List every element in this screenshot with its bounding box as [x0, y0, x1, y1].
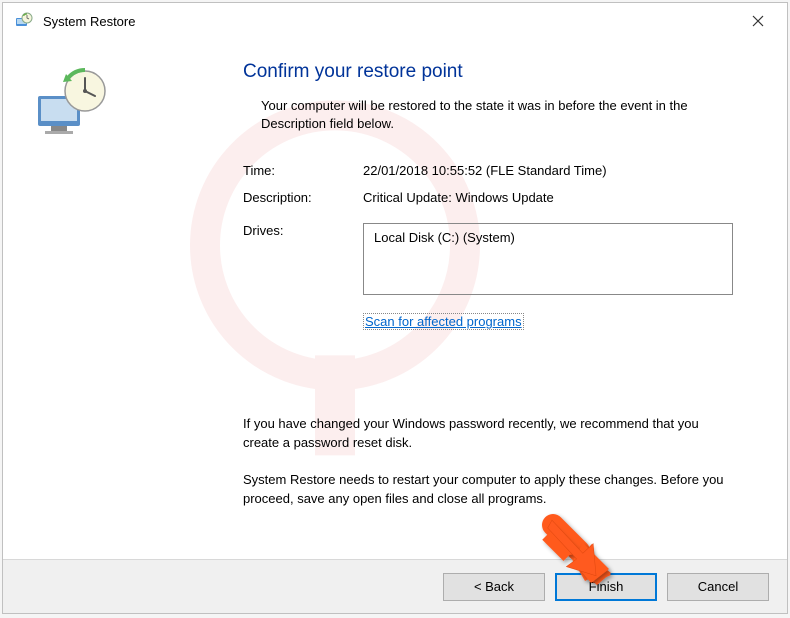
drives-label: Drives: [243, 223, 363, 295]
drives-row: Drives: Local Disk (C:) (System) [243, 223, 737, 295]
system-restore-dialog: System Restore [2, 2, 788, 614]
window-title: System Restore [43, 14, 135, 29]
restart-warning-text: System Restore needs to restart your com… [243, 471, 737, 509]
back-button[interactable]: < Back [443, 573, 545, 601]
left-panel [3, 51, 243, 559]
drives-listbox[interactable]: Local Disk (C:) (System) [363, 223, 733, 295]
close-button[interactable] [735, 7, 781, 35]
cancel-button[interactable]: Cancel [667, 573, 769, 601]
warning-block: If you have changed your Windows passwor… [243, 415, 737, 508]
button-bar: < Back Finish Cancel [3, 559, 787, 613]
drive-item[interactable]: Local Disk (C:) (System) [374, 230, 722, 245]
scan-affected-programs-link[interactable]: Scan for affected programs [363, 313, 524, 330]
time-row: Time: 22/01/2018 10:55:52 (FLE Standard … [243, 163, 737, 178]
intro-text: Your computer will be restored to the st… [243, 97, 737, 133]
time-value: 22/01/2018 10:55:52 (FLE Standard Time) [363, 163, 607, 178]
titlebar: System Restore [3, 3, 787, 39]
description-row: Description: Critical Update: Windows Up… [243, 190, 737, 205]
finish-button[interactable]: Finish [555, 573, 657, 601]
content-area: Confirm your restore point Your computer… [3, 39, 787, 559]
right-panel: Confirm your restore point Your computer… [243, 51, 787, 559]
time-label: Time: [243, 163, 363, 178]
password-warning-text: If you have changed your Windows passwor… [243, 415, 737, 453]
description-label: Description: [243, 190, 363, 205]
system-restore-icon [15, 12, 33, 30]
description-value: Critical Update: Windows Update [363, 190, 554, 205]
page-heading: Confirm your restore point [243, 61, 737, 83]
close-icon [752, 15, 764, 27]
restore-graphic-icon [33, 66, 108, 141]
